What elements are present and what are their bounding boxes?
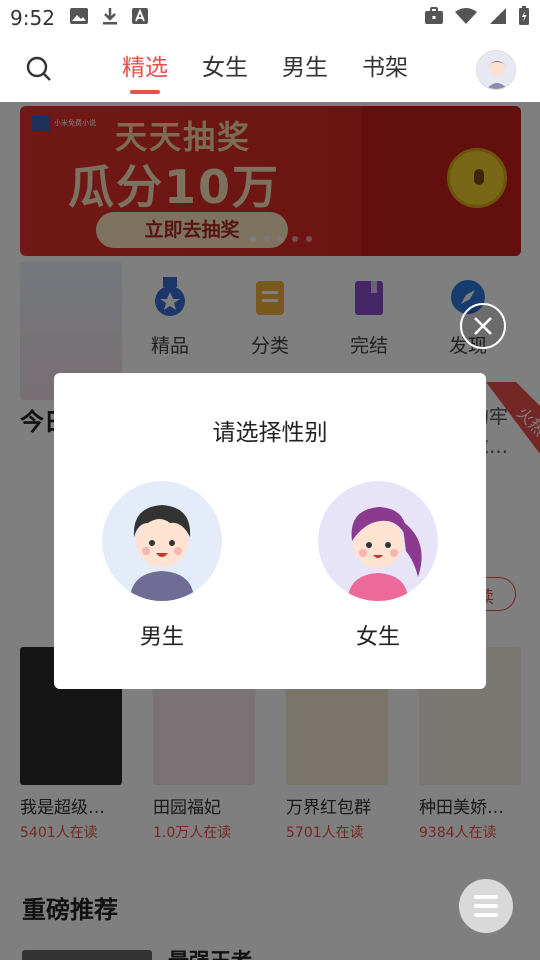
battery-icon: [518, 6, 530, 30]
tab-female[interactable]: 女生: [202, 52, 248, 84]
image-icon: [69, 7, 89, 29]
male-option[interactable]: 男生: [102, 481, 222, 651]
search-icon[interactable]: [24, 54, 54, 84]
menu-icon-bar: [474, 913, 498, 917]
tab-bookshelf[interactable]: 书架: [362, 52, 408, 84]
user-avatar[interactable]: [476, 50, 516, 90]
male-avatar: [102, 481, 222, 601]
download-icon: [101, 6, 119, 30]
main-tabs: 精选 女生 男生 书架: [122, 52, 408, 94]
male-label: 男生: [139, 625, 184, 650]
female-option[interactable]: 女生: [318, 481, 438, 651]
wifi-icon: [454, 7, 478, 29]
status-bar: 9:52: [0, 0, 540, 36]
signal-icon: [488, 7, 508, 29]
app-notification-icon: [131, 7, 149, 29]
tab-male[interactable]: 男生: [282, 52, 328, 84]
dialog-title: 请选择性别: [212, 420, 328, 446]
menu-fab[interactable]: [459, 879, 513, 933]
top-nav: 精选 女生 男生 书架: [0, 36, 540, 102]
female-label: 女生: [355, 625, 400, 650]
menu-icon-bar: [474, 904, 498, 908]
tab-featured[interactable]: 精选: [122, 52, 168, 94]
close-icon[interactable]: [460, 303, 506, 349]
briefcase-icon: [424, 7, 444, 29]
status-time: 9:52: [10, 6, 55, 30]
menu-icon-bar: [474, 895, 498, 899]
gender-select-dialog: 请选择性别 男生 女生: [54, 373, 486, 689]
female-avatar: [318, 481, 438, 601]
